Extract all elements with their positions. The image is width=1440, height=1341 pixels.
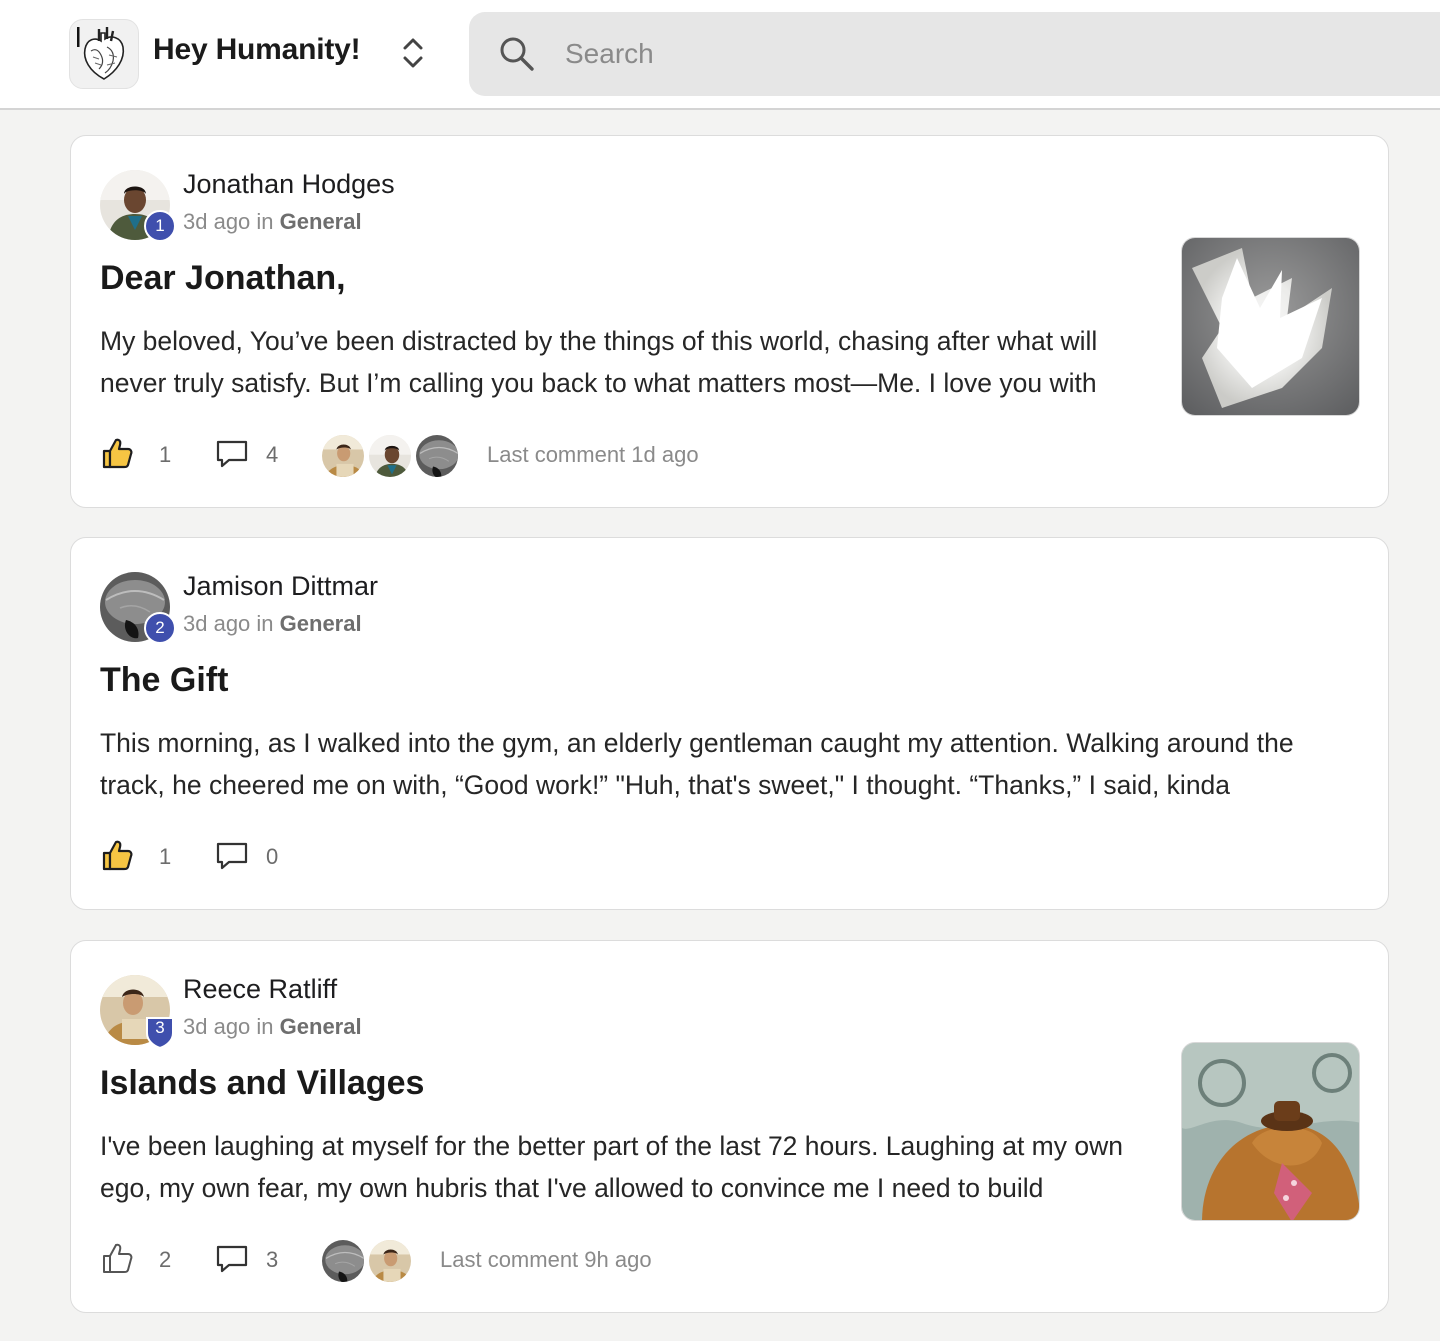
comment-count: 4 bbox=[266, 442, 279, 467]
like-count: 2 bbox=[159, 1247, 172, 1272]
community-logo[interactable] bbox=[69, 19, 139, 89]
rank-badge: 1 bbox=[144, 210, 176, 242]
search-icon bbox=[500, 37, 534, 71]
post-time: 3d ago in bbox=[183, 1014, 274, 1039]
last-comment-time: Last comment 9h ago bbox=[440, 1247, 652, 1272]
rank-shield-badge: 3 bbox=[144, 1015, 176, 1050]
category-link[interactable]: General bbox=[280, 1014, 362, 1039]
thumbs-up-icon[interactable] bbox=[100, 1241, 134, 1275]
anatomical-heart-icon bbox=[77, 27, 125, 80]
category-link[interactable]: General bbox=[280, 611, 362, 636]
author-name[interactable]: Reece Ratliff bbox=[183, 974, 337, 1005]
post-title[interactable]: Dear Jonathan, bbox=[100, 259, 346, 298]
comment-icon[interactable] bbox=[215, 438, 249, 470]
author-name[interactable]: Jamison Dittmar bbox=[183, 571, 378, 602]
search-bar[interactable] bbox=[469, 12, 1440, 96]
chevron-up-down-icon bbox=[403, 38, 423, 68]
post-title[interactable]: The Gift bbox=[100, 661, 228, 700]
post-time: 3d ago in bbox=[183, 611, 274, 636]
comment-count: 3 bbox=[266, 1247, 279, 1272]
author-name[interactable]: Jonathan Hodges bbox=[183, 169, 395, 200]
commenter-avatar bbox=[367, 433, 413, 479]
glowing-dove-image bbox=[1182, 238, 1359, 415]
post-card[interactable]: 3 Reece Ratliff 3d ago in General Island… bbox=[70, 940, 1389, 1313]
thumbs-up-icon[interactable] bbox=[100, 838, 134, 872]
author-avatar[interactable]: 2 bbox=[100, 572, 176, 644]
rank-badge: 2 bbox=[144, 612, 176, 644]
comment-icon[interactable] bbox=[215, 840, 249, 872]
top-bar: Hey Humanity! bbox=[0, 0, 1440, 110]
rank-number: 3 bbox=[155, 1018, 165, 1037]
post-excerpt[interactable]: My beloved, You’ve been distracted by th… bbox=[100, 320, 1160, 404]
post-excerpt[interactable]: I've been laughing at myself for the bet… bbox=[100, 1125, 1160, 1209]
commenter-avatar bbox=[320, 433, 366, 479]
community-name[interactable]: Hey Humanity! bbox=[153, 33, 361, 67]
fozzie-bear-image bbox=[1182, 1043, 1359, 1220]
comment-icon[interactable] bbox=[215, 1243, 249, 1275]
post-meta: 3d ago in General bbox=[183, 611, 362, 637]
post-card[interactable]: 1 Jonathan Hodges 3d ago in General Dear… bbox=[70, 135, 1389, 508]
post-thumbnail[interactable] bbox=[1181, 237, 1360, 416]
commenter-avatar bbox=[320, 1238, 366, 1284]
post-meta: 3d ago in General bbox=[183, 1014, 362, 1040]
post-meta: 3d ago in General bbox=[183, 209, 362, 235]
thumbs-up-icon[interactable] bbox=[100, 436, 134, 470]
community-switcher[interactable] bbox=[398, 33, 428, 73]
post-time: 3d ago in bbox=[183, 209, 274, 234]
author-avatar[interactable]: 1 bbox=[100, 170, 176, 242]
category-link[interactable]: General bbox=[280, 209, 362, 234]
search-input[interactable] bbox=[565, 30, 1265, 78]
like-count: 1 bbox=[159, 844, 172, 869]
commenter-avatar bbox=[367, 1238, 413, 1284]
comment-count: 0 bbox=[266, 844, 279, 869]
last-comment-time: Last comment 1d ago bbox=[487, 442, 699, 467]
post-title[interactable]: Islands and Villages bbox=[100, 1064, 424, 1103]
post-excerpt[interactable]: This morning, as I walked into the gym, … bbox=[100, 722, 1360, 806]
commenter-avatar bbox=[414, 433, 460, 479]
like-count: 1 bbox=[159, 442, 172, 467]
author-avatar[interactable]: 3 bbox=[100, 975, 174, 1050]
post-card[interactable]: 2 Jamison Dittmar 3d ago in General The … bbox=[70, 537, 1389, 910]
post-thumbnail[interactable] bbox=[1181, 1042, 1360, 1221]
